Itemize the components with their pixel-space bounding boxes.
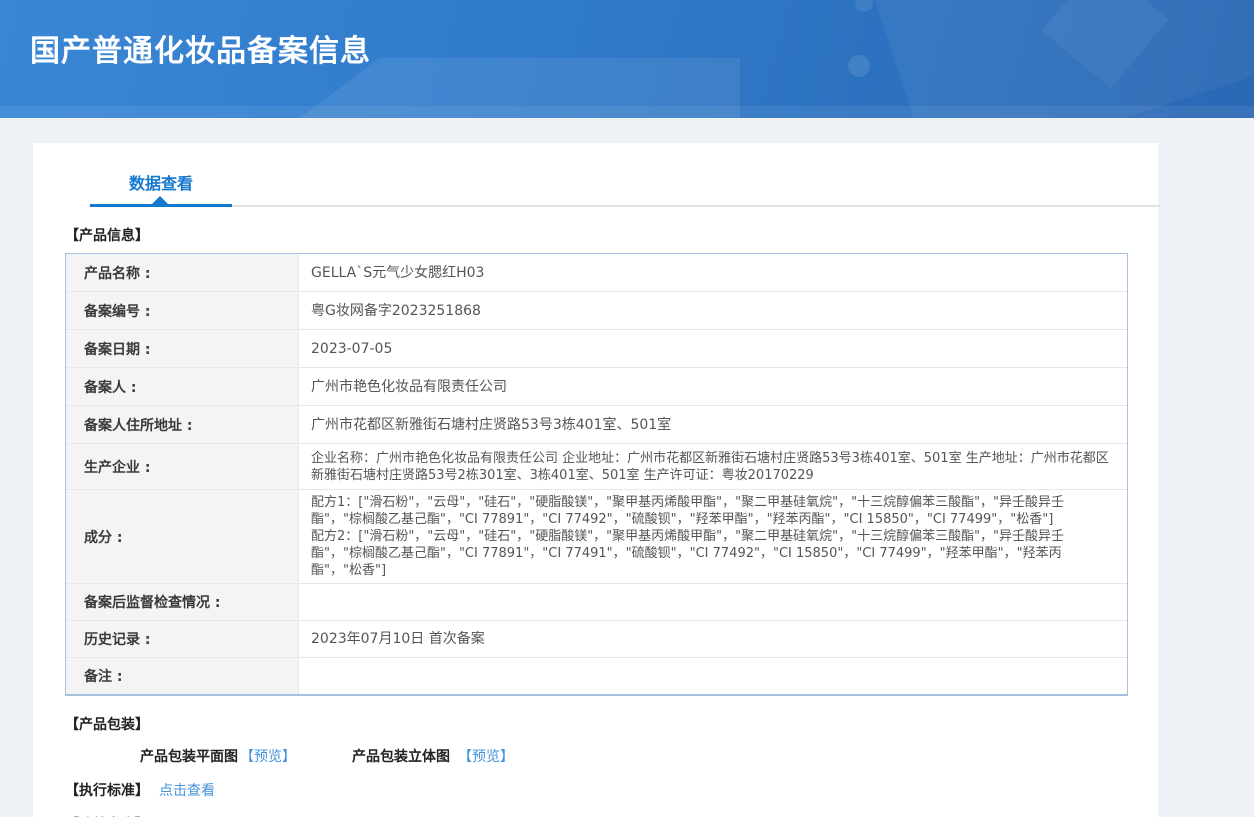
formula-2: 配方2：["滑石粉"，"云母"，"硅石"，"硬脂酸镁"，"聚甲基丙烯酸甲酯"，"…: [311, 529, 1065, 578]
tab-caret-icon: [151, 196, 169, 205]
row-value: 广州市艳色化妆品有限责任公司: [311, 378, 507, 395]
row-label: 产品名称 :: [66, 254, 299, 291]
packaging-row: 产品包装平面图 【预览】 产品包装立体图 【预览】: [140, 746, 1128, 766]
table-row: 产品名称 : GELLA`S元气少女腮红H03: [66, 254, 1127, 292]
formula-1: 配方1：["滑石粉"，"云母"，"硅石"，"硬脂酸镁"，"聚甲基丙烯酸甲酯"，"…: [311, 495, 1065, 527]
row-label: 生产企业 :: [66, 444, 299, 489]
section-title-product-info: 【产品信息】: [65, 228, 149, 244]
banner-decoration: [848, 55, 870, 77]
tab-underline-track: [90, 205, 1160, 207]
row-value: [299, 584, 1127, 620]
packaging-flat-label: 产品包装平面图: [140, 749, 238, 765]
table-row: 备案日期 : 2023-07-05: [66, 330, 1127, 368]
row-value: 2023年07月10日 首次备案: [311, 631, 485, 647]
row-label: 备案人 :: [66, 368, 299, 405]
banner-decoration: [0, 106, 1254, 118]
packaging-stereo-label: 产品包装立体图: [352, 749, 450, 765]
banner-decoration: [855, 0, 873, 12]
row-value: 2023-07-05: [311, 340, 393, 357]
table-row: 生产企业 : 企业名称：广州市艳色化妆品有限责任公司 企业地址：广州市花都区新雅…: [66, 444, 1127, 490]
row-label: 备注 :: [66, 658, 299, 694]
row-value: [299, 658, 1127, 694]
table-row: 备注 :: [66, 658, 1127, 694]
product-info-table: 产品名称 : GELLA`S元气少女腮红H03 备案编号 : 粤G妆网备字202…: [65, 253, 1128, 696]
row-value: 企业名称：广州市艳色化妆品有限责任公司 企业地址：广州市花都区新雅街石塘村庄贤路…: [311, 450, 1109, 483]
table-row: 备案后监督检查情况 :: [66, 584, 1127, 621]
row-label: 备案后监督检查情况 :: [66, 584, 299, 620]
content-card: 数据查看 【产品信息】 产品名称 : GELLA`S元气少女腮红H03 备案编号…: [33, 143, 1160, 817]
page-title: 国产普通化妆品备案信息: [30, 34, 371, 69]
row-label: 备案日期 :: [66, 330, 299, 367]
row-label: 成分 :: [66, 490, 299, 583]
table-row: 成分 : 配方1：["滑石粉"，"云母"，"硅石"，"硬脂酸镁"，"聚甲基丙烯酸…: [66, 490, 1127, 584]
row-label: 备案编号 :: [66, 292, 299, 329]
table-row: 备案编号 : 粤G妆网备字2023251868: [66, 292, 1127, 330]
packaging-flat-preview-link[interactable]: 【预览】: [240, 746, 296, 766]
page-banner: 国产普通化妆品备案信息: [0, 0, 1254, 118]
table-row: 备案人住所地址 : 广州市花都区新雅街石塘村庄贤路53号3栋401室、501室: [66, 406, 1127, 444]
standard-row: 【执行标准】 点击查看: [65, 780, 1128, 800]
row-value: 粤G妆网备字2023251868: [311, 302, 481, 319]
row-value: 广州市花都区新雅街石塘村庄贤路53号3栋401室、501室: [311, 416, 672, 433]
row-label: 历史记录 :: [66, 621, 299, 657]
section-title-packaging: 【产品包装】: [65, 717, 149, 733]
section-title-standard: 【执行标准】: [65, 783, 149, 799]
standard-click-view-link[interactable]: 点击查看: [159, 780, 215, 800]
row-value: 配方1：["滑石粉"，"云母"，"硅石"，"硬脂酸镁"，"聚甲基丙烯酸甲酯"，"…: [299, 490, 1127, 583]
row-label: 备案人住所地址 :: [66, 406, 299, 443]
tab-data-view[interactable]: 数据查看: [90, 170, 232, 194]
table-row: 备案人 : 广州市艳色化妆品有限责任公司: [66, 368, 1127, 406]
packaging-stereo-preview-link[interactable]: 【预览】: [458, 746, 514, 766]
page: 国产普通化妆品备案信息 数据查看 【产品信息】 产品名称 : GELLA`S元气…: [0, 0, 1254, 817]
tab-bar: 数据查看: [65, 143, 1160, 209]
row-value: GELLA`S元气少女腮红H03: [311, 264, 485, 281]
table-row: 历史记录 : 2023年07月10日 首次备案: [66, 621, 1127, 658]
